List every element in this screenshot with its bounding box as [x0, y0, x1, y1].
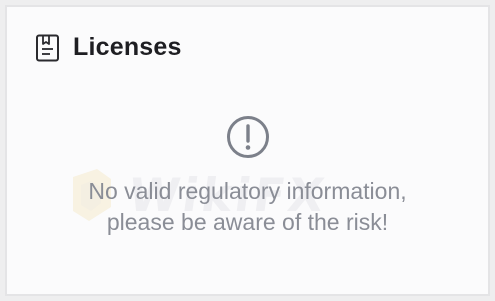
empty-state-message: No valid regulatory information, please …: [7, 176, 488, 238]
empty-state-line-2: please be aware of the risk!: [106, 209, 389, 235]
license-document-icon: [36, 34, 59, 61]
exclamation-circle-icon: [226, 116, 269, 158]
section-title: Licenses: [73, 33, 182, 61]
section-header: Licenses: [35, 33, 182, 62]
empty-state-line-1: No valid regulatory information,: [88, 178, 407, 204]
licenses-card: WikiFX Licenses No valid regulatory info…: [5, 5, 490, 296]
licenses-panel-frame: WikiFX Licenses No valid regulatory info…: [0, 0, 495, 301]
empty-state: No valid regulatory information, please …: [7, 115, 488, 238]
